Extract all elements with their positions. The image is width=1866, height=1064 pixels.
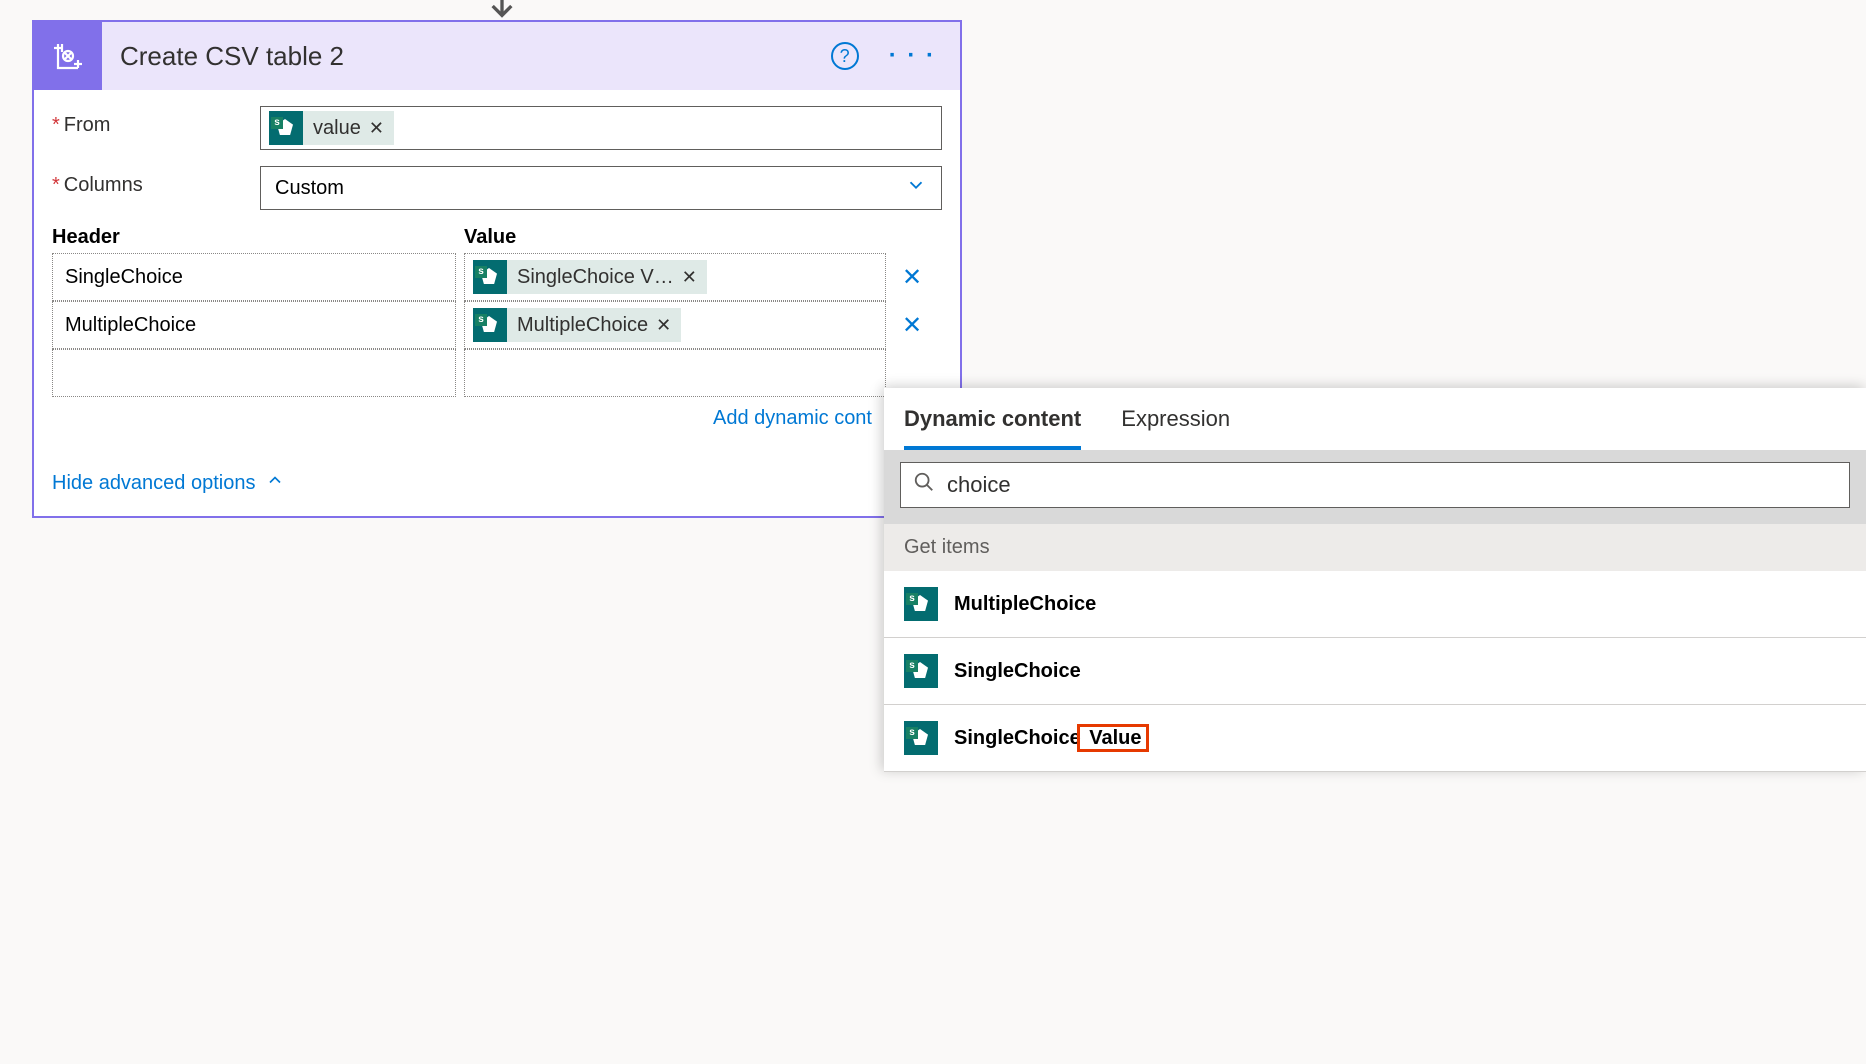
value-cell-input[interactable]: s MultipleChoice ✕	[464, 301, 886, 349]
dynamic-content-item[interactable]: s SingleChoice	[884, 638, 1866, 705]
search-input-wrapper	[900, 462, 1850, 508]
search-icon	[913, 471, 935, 499]
token-label: MultipleChoice	[517, 314, 648, 337]
from-token[interactable]: s value ✕	[269, 111, 394, 145]
token-label: SingleChoice V…	[517, 266, 674, 289]
token-remove-icon[interactable]: ✕	[682, 267, 697, 288]
more-menu-icon[interactable]: · · ·	[889, 42, 936, 70]
value-token[interactable]: s MultipleChoice ✕	[473, 308, 681, 342]
value-column-header: Value	[464, 226, 516, 249]
sharepoint-icon: s	[904, 654, 938, 688]
header-cell-input[interactable]	[52, 349, 456, 397]
sharepoint-icon: s	[904, 721, 938, 755]
token-remove-icon[interactable]: ✕	[369, 118, 384, 139]
dynamic-content-item-label: SingleChoice	[954, 660, 1081, 683]
header-cell-input[interactable]: SingleChoice	[52, 253, 456, 301]
row-delete-button[interactable]: ✕	[894, 263, 930, 292]
from-input[interactable]: s value ✕	[260, 106, 942, 150]
value-cell-input[interactable]: s SingleChoice V… ✕	[464, 253, 886, 301]
action-card: Create CSV table 2 ? · · · *From s value…	[32, 20, 962, 518]
from-label: *From	[52, 106, 260, 137]
columns-label: *Columns	[52, 166, 260, 197]
table-row: SingleChoice s SingleChoice V… ✕ ✕	[52, 253, 942, 301]
dynamic-content-item-label: MultipleChoice	[954, 593, 1096, 616]
table-row-empty	[52, 349, 942, 397]
hide-advanced-options-link[interactable]: Hide advanced options	[52, 470, 942, 496]
sharepoint-icon: s	[904, 587, 938, 621]
header-column-header: Header	[52, 226, 464, 249]
data-operations-icon	[34, 22, 102, 90]
add-dynamic-content-link[interactable]: Add dynamic cont	[52, 407, 942, 430]
sharepoint-icon: s	[269, 111, 303, 145]
help-icon[interactable]: ?	[831, 42, 859, 70]
dynamic-content-item-label: SingleChoice Value	[954, 727, 1149, 750]
token-remove-icon[interactable]: ✕	[656, 315, 671, 336]
sharepoint-icon: s	[473, 308, 507, 342]
search-input[interactable]	[947, 472, 1837, 498]
chevron-down-icon	[905, 174, 927, 202]
token-label: value	[313, 117, 361, 140]
table-row: MultipleChoice s MultipleChoice ✕ ✕	[52, 301, 942, 349]
tab-expression[interactable]: Expression	[1121, 406, 1230, 450]
row-delete-button[interactable]: ✕	[894, 311, 930, 340]
tab-dynamic-content[interactable]: Dynamic content	[904, 406, 1081, 450]
value-cell-input[interactable]	[464, 349, 886, 397]
dynamic-content-flyout: Dynamic content Expression Get items s M…	[884, 388, 1866, 772]
dynamic-content-item[interactable]: s SingleChoice Value	[884, 705, 1866, 772]
dynamic-content-item[interactable]: s MultipleChoice	[884, 571, 1866, 638]
highlight-box: Value	[1077, 724, 1149, 752]
action-title: Create CSV table 2	[102, 41, 831, 72]
columns-select[interactable]: Custom	[260, 166, 942, 210]
dynamic-content-section: Get items	[884, 524, 1866, 571]
header-cell-input[interactable]: MultipleChoice	[52, 301, 456, 349]
action-header[interactable]: Create CSV table 2 ? · · ·	[34, 22, 960, 90]
value-token[interactable]: s SingleChoice V… ✕	[473, 260, 707, 294]
columns-select-value: Custom	[275, 177, 344, 200]
chevron-up-icon	[265, 470, 285, 496]
sharepoint-icon: s	[473, 260, 507, 294]
